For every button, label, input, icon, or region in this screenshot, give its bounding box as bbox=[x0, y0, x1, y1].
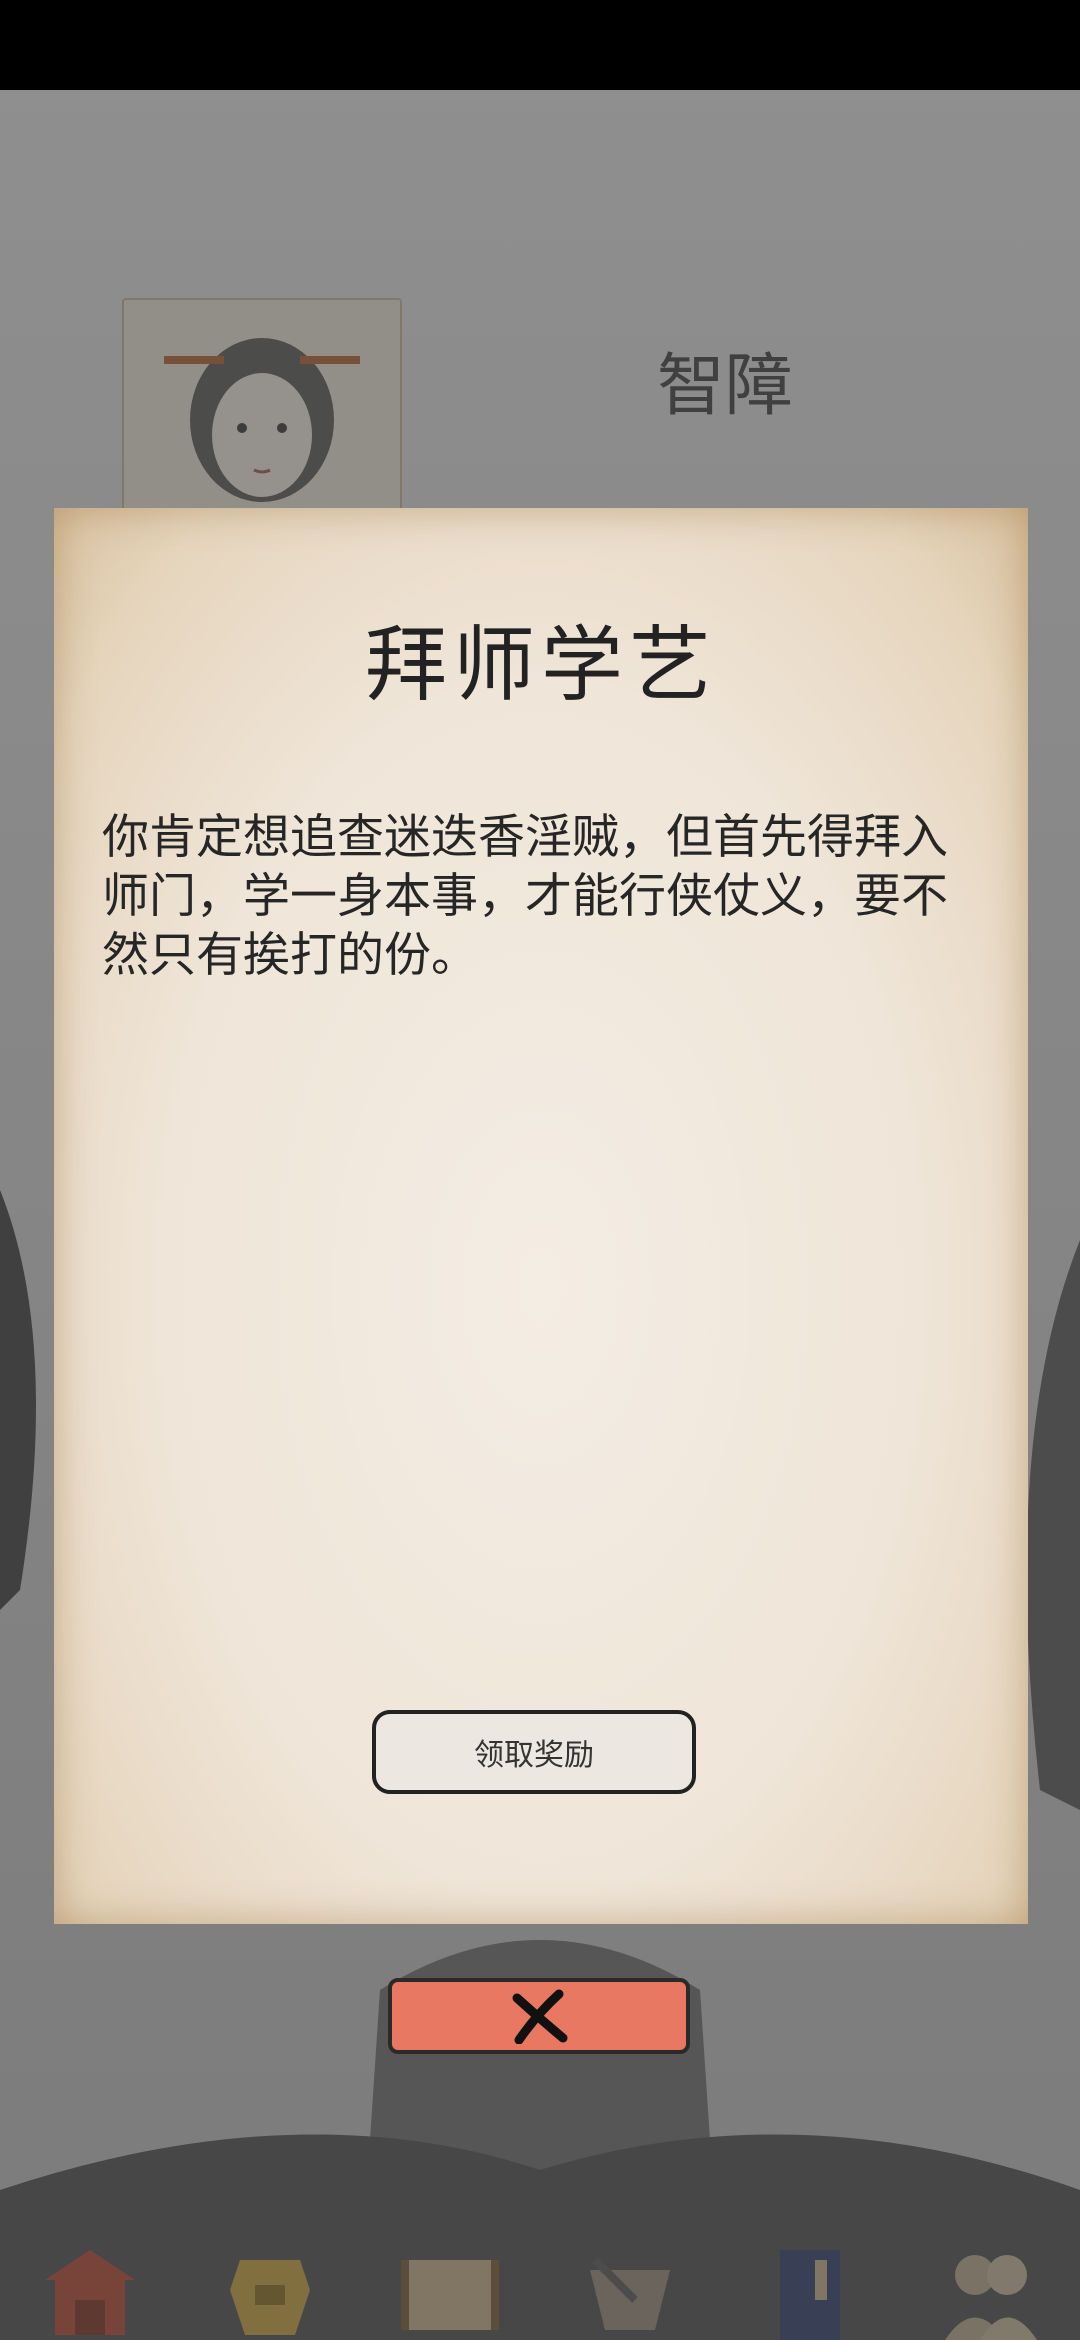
close-button[interactable] bbox=[388, 1978, 690, 2054]
claim-reward-button[interactable]: 领取奖励 bbox=[372, 1710, 696, 1794]
claim-reward-label: 领取奖励 bbox=[474, 1738, 594, 1773]
close-icon bbox=[512, 1989, 568, 2044]
apprenticeship-dialog: 拜师学艺 你肯定想追查迷迭香淫贼，但首先得拜入师门，学一身本事，才能行侠仗义，要… bbox=[54, 508, 1028, 1924]
status-bar bbox=[0, 0, 1080, 90]
dialog-title: 拜师学艺 bbox=[364, 618, 717, 713]
dialog-message: 你肯定想追查迷迭香淫贼，但首先得拜入师门，学一身本事，才能行侠仗义，要不然只有挨… bbox=[102, 810, 948, 983]
